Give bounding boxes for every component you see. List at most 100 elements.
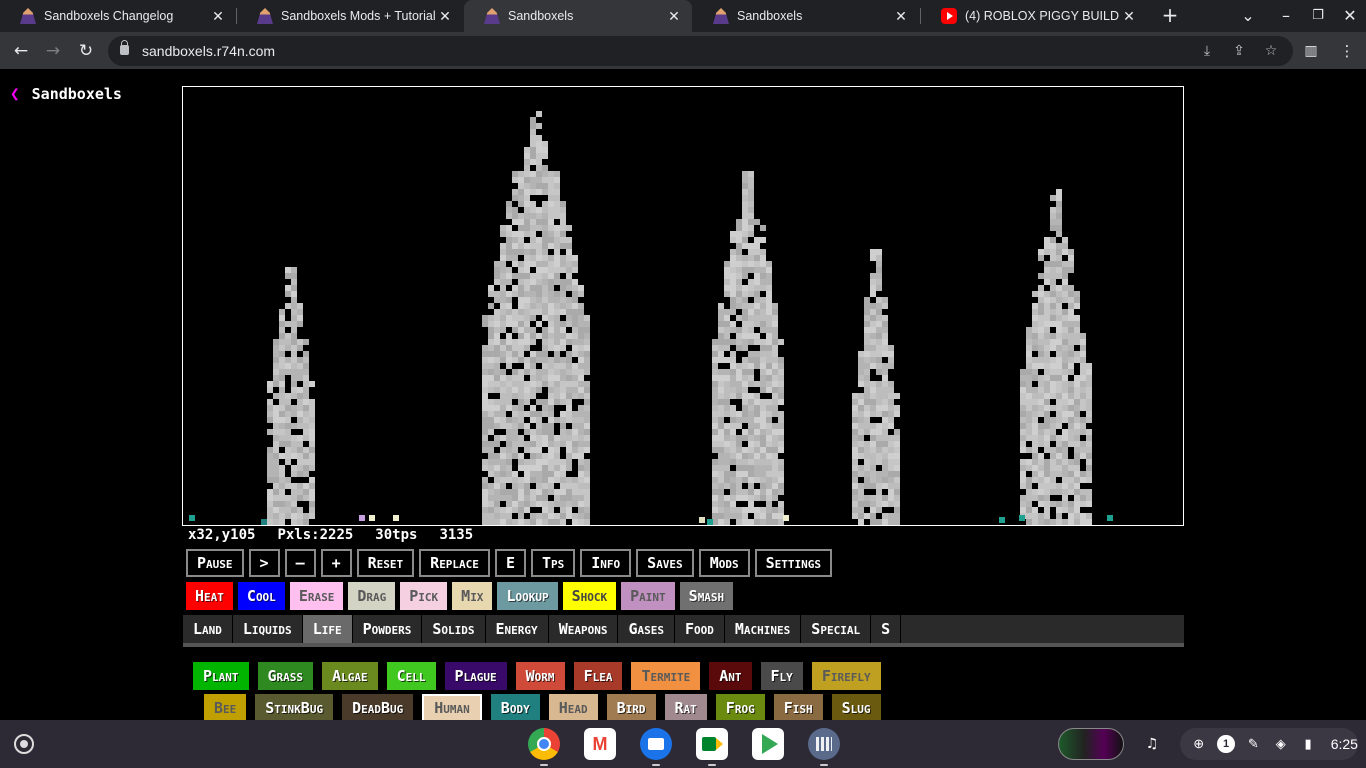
element-worm[interactable]: Worm (515, 662, 565, 690)
close-icon[interactable]: ✕ (1121, 8, 1137, 25)
drag-tool-button[interactable]: Drag (348, 582, 396, 610)
gmail-icon[interactable]: M (584, 728, 616, 760)
pause-button[interactable]: Pause (186, 549, 244, 577)
saves-button[interactable]: Saves (636, 549, 694, 577)
close-icon[interactable]: ✕ (210, 8, 226, 25)
tab-youtube[interactable]: (4) ROBLOX PIGGY BUILD TROL ✕ (921, 0, 1147, 32)
reload-icon[interactable]: ↻ (75, 40, 97, 62)
bookmark-star-icon[interactable]: ☆ (1262, 42, 1280, 60)
element-deadbug[interactable]: DeadBug (342, 694, 414, 722)
play-store-icon[interactable] (752, 728, 784, 760)
settings-button[interactable]: Settings (754, 549, 832, 577)
lookup-tool-button[interactable]: Lookup (497, 582, 558, 610)
paint-tool-button[interactable]: Paint (621, 582, 675, 610)
chrome-icon[interactable] (528, 728, 560, 760)
tps-button[interactable]: Tps (530, 549, 576, 577)
element-rat[interactable]: Rat (664, 694, 707, 722)
download-status-icon: ⊕ (1193, 736, 1205, 751)
tab-sandboxels-active[interactable]: Sandboxels ✕ (464, 0, 692, 32)
close-icon[interactable]: ✕ (893, 8, 909, 25)
element-fly[interactable]: Fly (760, 662, 803, 690)
launcher-icon[interactable] (14, 734, 34, 754)
info-button[interactable]: Info (580, 549, 632, 577)
category-tabs: Land Liquids Life Powders Solids Energy … (183, 615, 1184, 647)
tab-life[interactable]: Life (302, 615, 353, 643)
tab-liquids[interactable]: Liquids (233, 615, 303, 643)
step-button[interactable]: > (248, 549, 280, 577)
back-arrow-icon[interactable]: ← (10, 40, 32, 62)
element-plague[interactable]: Plague (444, 662, 507, 690)
holding-space-thumbnail[interactable] (1058, 728, 1124, 760)
back-to-sandboxels-link[interactable]: ❮ Sandboxels (10, 84, 122, 103)
tab-sandboxels-mods[interactable]: Sandboxels Mods + Tutorial ✕ (237, 0, 463, 32)
meet-icon[interactable] (696, 728, 728, 760)
window-close-icon[interactable]: ✕ (1340, 6, 1360, 25)
tab-search-icon[interactable]: ⌄ (1238, 6, 1258, 25)
tab-powders[interactable]: Powders (353, 615, 423, 643)
close-icon[interactable]: ✕ (437, 8, 453, 25)
element-termite[interactable]: Termite (631, 662, 701, 690)
element-body[interactable]: Body (490, 694, 540, 722)
pick-tool-button[interactable]: Pick (400, 582, 448, 610)
replace-button[interactable]: Replace (419, 549, 490, 577)
status-tray[interactable]: ⊕ 1 ✎ ◈ ▮ 6:25 (1180, 728, 1358, 760)
element-slug[interactable]: Slug (831, 694, 881, 722)
mix-tool-button[interactable]: Mix (452, 582, 493, 610)
side-panel-icon[interactable]: ▥ (1300, 40, 1322, 62)
tab-machines[interactable]: Machines (725, 615, 802, 643)
e-button[interactable]: E (494, 549, 526, 577)
heat-tool-button[interactable]: Heat (186, 582, 233, 610)
app-launcher-icon[interactable] (808, 728, 840, 760)
tab-land[interactable]: Land (183, 615, 233, 643)
menu-kebab-icon[interactable]: ⋮ (1336, 40, 1358, 62)
element-flea[interactable]: Flea (573, 662, 623, 690)
reset-button[interactable]: Reset (356, 549, 415, 577)
tab-weapons[interactable]: Weapons (549, 615, 619, 643)
media-controls-icon[interactable]: ♫ (1142, 734, 1162, 754)
element-stinkbug[interactable]: StinkBug (255, 694, 334, 722)
address-bar[interactable]: sandboxels.r74n.com ⤓ ⇪ ☆ (108, 36, 1293, 66)
battery-icon: ▮ (1304, 736, 1312, 751)
running-indicator (708, 764, 716, 766)
tab-more-partial[interactable]: S (871, 615, 902, 643)
share-icon[interactable]: ⇪ (1230, 42, 1248, 60)
tab-gases[interactable]: Gases (618, 615, 675, 643)
element-bee[interactable]: Bee (204, 694, 247, 722)
minimize-icon[interactable]: – (1276, 6, 1296, 25)
element-row-1: Plant Grass Algae Cell Plague Worm Flea … (193, 662, 890, 690)
element-bird[interactable]: Bird (606, 694, 656, 722)
tab-energy[interactable]: Energy (486, 615, 549, 643)
element-frog[interactable]: Frog (715, 694, 765, 722)
element-plant[interactable]: Plant (193, 662, 249, 690)
sandboxels-favicon (713, 8, 729, 24)
tab-sandboxels-changelog[interactable]: Sandboxels Changelog ✕ (0, 0, 236, 32)
element-fish[interactable]: Fish (773, 694, 823, 722)
size-up-button[interactable]: + (320, 549, 352, 577)
element-cell[interactable]: Cell (386, 662, 436, 690)
element-human[interactable]: Human (422, 694, 482, 722)
mods-button[interactable]: Mods (698, 549, 750, 577)
restore-icon[interactable]: ❐ (1308, 8, 1328, 23)
cool-tool-button[interactable]: Cool (237, 582, 285, 610)
game-canvas[interactable] (182, 86, 1184, 526)
erase-tool-button[interactable]: Erase (289, 582, 344, 610)
close-icon[interactable]: ✕ (666, 8, 682, 25)
size-down-button[interactable]: – (284, 549, 316, 577)
element-firefly[interactable]: Firefly (811, 662, 881, 690)
forward-arrow-icon[interactable]: → (42, 40, 64, 62)
tab-special[interactable]: Special (801, 615, 872, 643)
element-head[interactable]: Head (548, 694, 598, 722)
tab-food[interactable]: Food (675, 615, 725, 643)
element-algae[interactable]: Algae (322, 662, 378, 690)
install-icon[interactable]: ⤓ (1198, 42, 1216, 60)
url-text: sandboxels.r74n.com (142, 43, 276, 59)
shock-tool-button[interactable]: Shock (562, 582, 617, 610)
files-icon[interactable] (640, 728, 672, 760)
element-ant[interactable]: Ant (709, 662, 752, 690)
tab-solids[interactable]: Solids (422, 615, 486, 643)
new-tab-icon[interactable]: + (1160, 3, 1180, 27)
tab-title: (4) ROBLOX PIGGY BUILD TROL (965, 9, 1121, 23)
smash-tool-button[interactable]: Smash (679, 582, 734, 610)
tab-sandboxels-2[interactable]: Sandboxels ✕ (693, 0, 919, 32)
element-grass[interactable]: Grass (257, 662, 314, 690)
